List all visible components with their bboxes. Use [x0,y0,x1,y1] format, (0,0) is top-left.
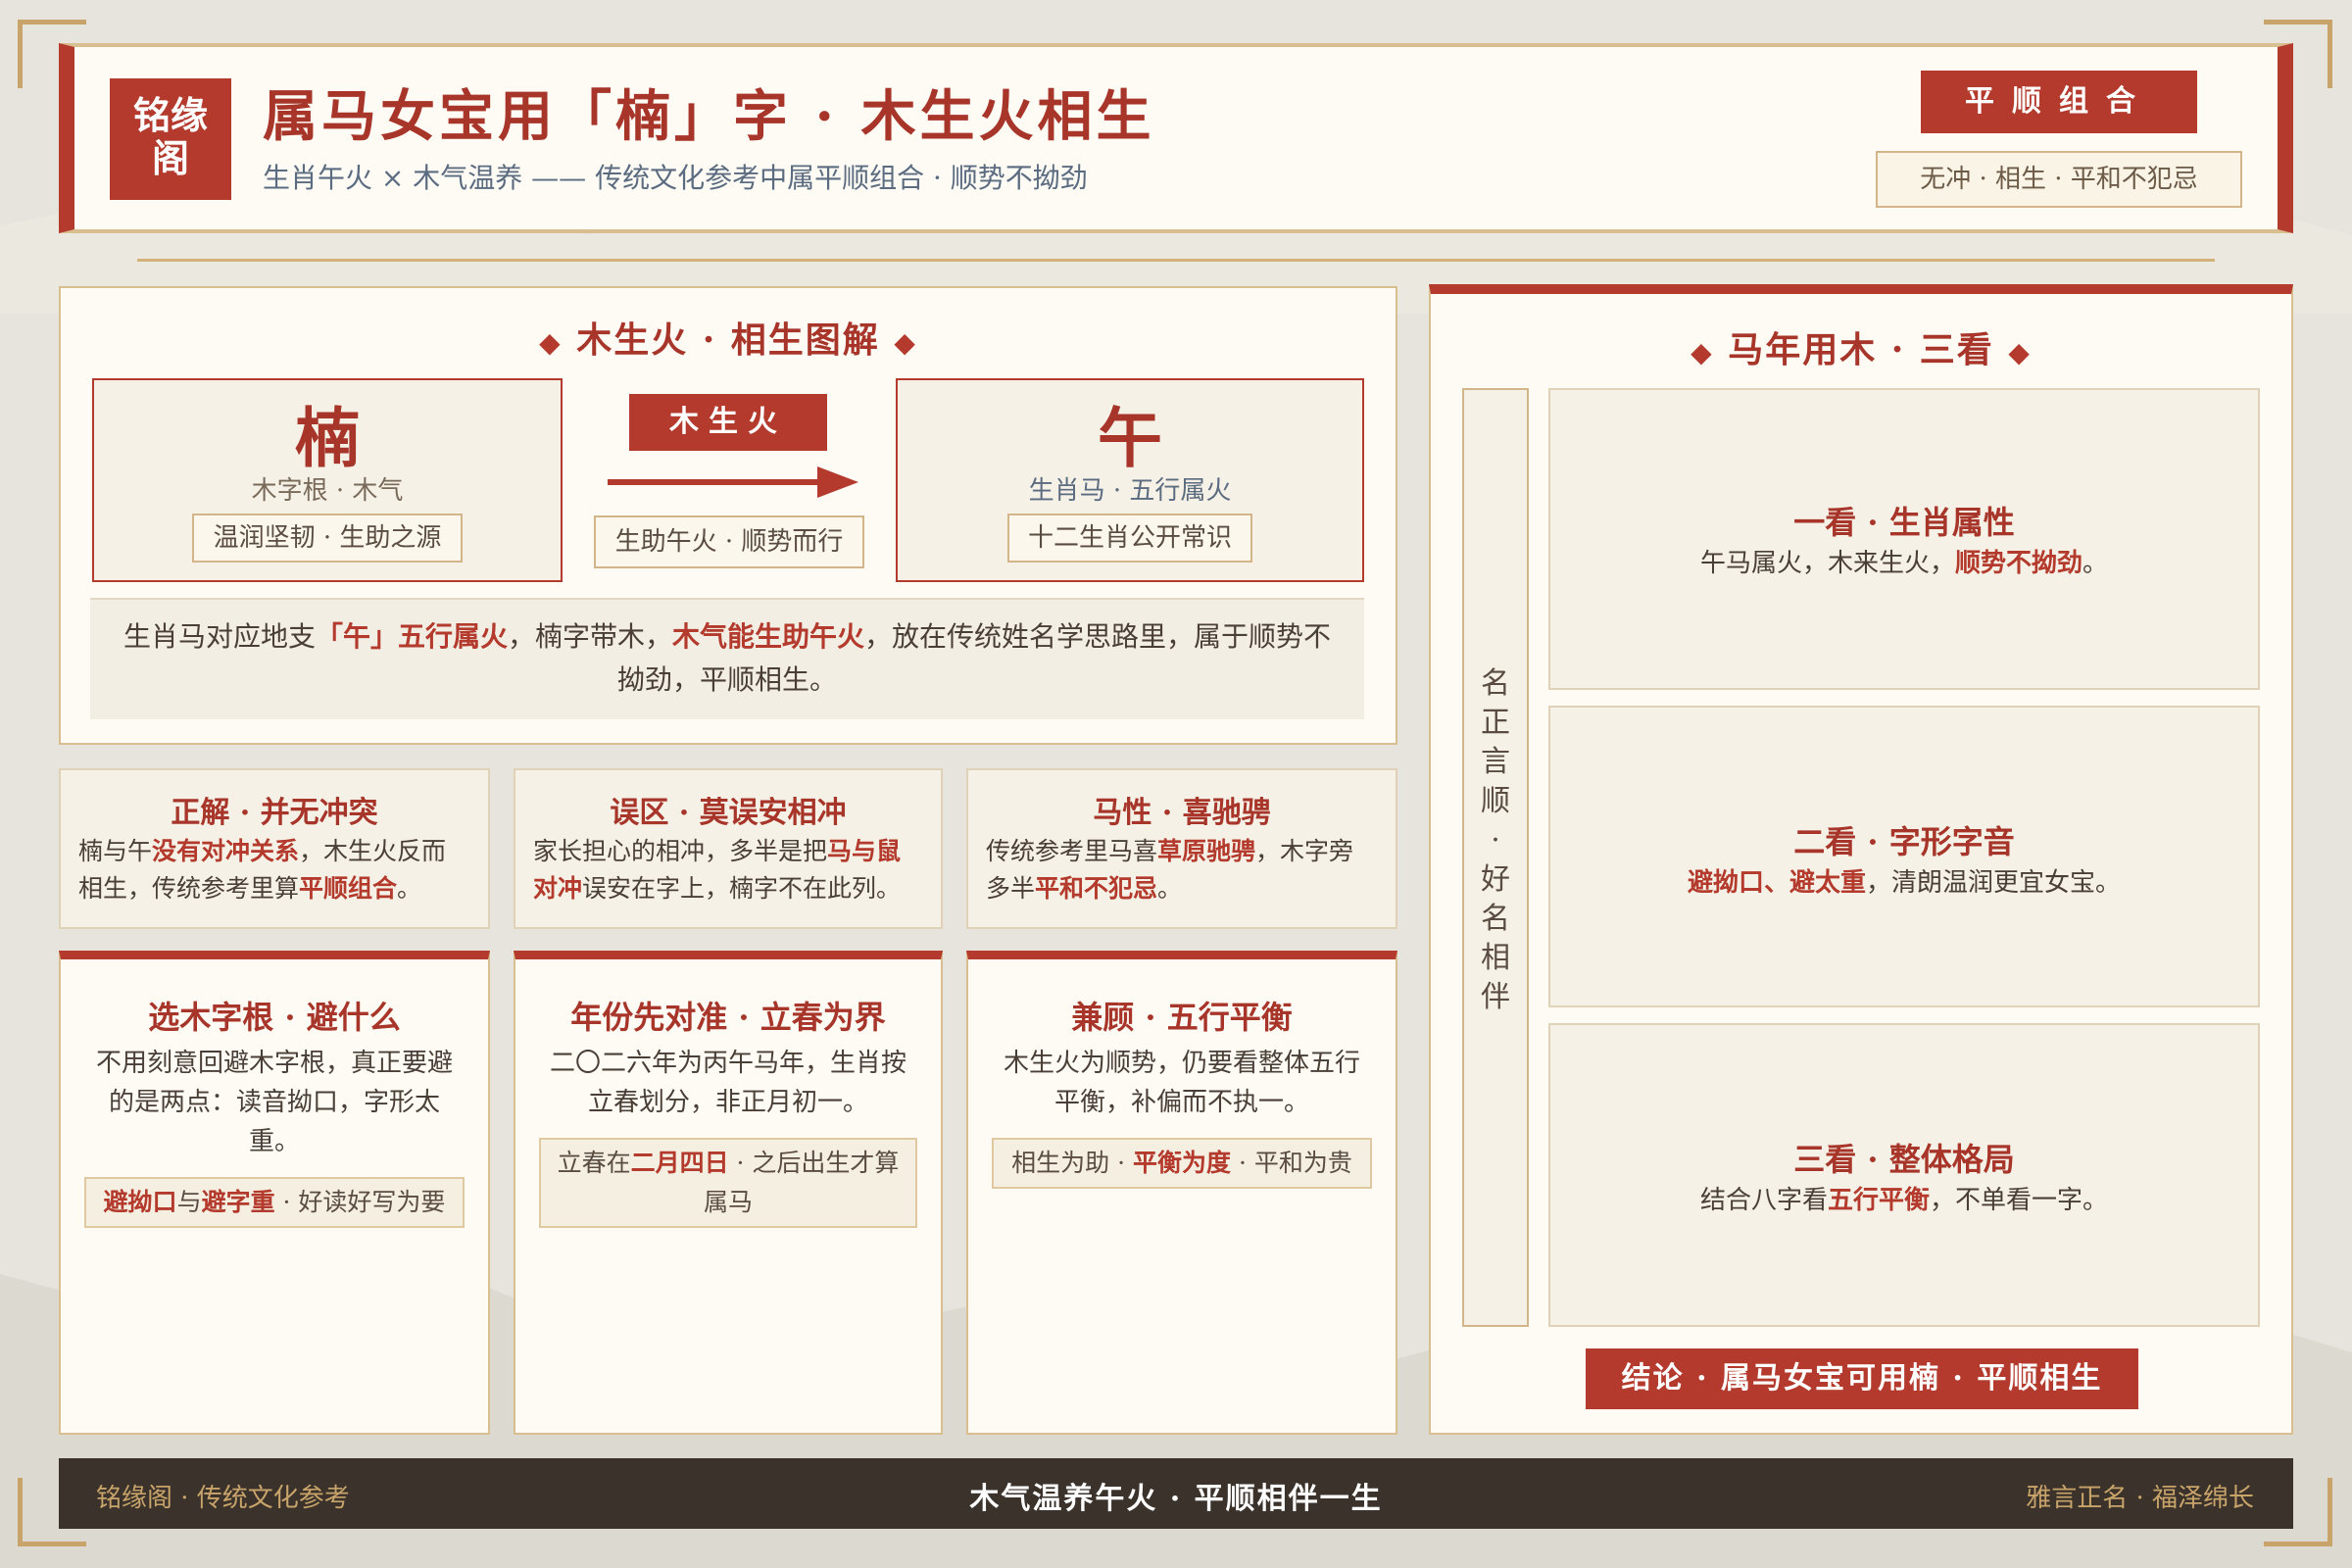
tip-card: 选木字根 · 避什么 不用刻意回避木字根，真正要避的是两点：读音拗口，字形太重。… [59,951,490,1435]
check-card: 一看 · 生肖属性 午马属火，木来生火，顺势不拗劲。 [1548,388,2260,690]
tip-title: 年份先对准 · 立春为界 [570,999,886,1036]
check-text: 午马属火，木来生火，顺势不拗劲。 [1699,549,2109,578]
corner-ornament [18,20,86,88]
info-card: 正解 · 并无冲突 楠与午没有对冲关系，木生火反而相生，传统参考里算平顺组合。 [59,768,490,929]
tip-text: 二〇二六年为丙午马年，生肖按立春划分，非正月初一。 [549,1049,906,1117]
card-title: 正解 · 并无冲突 [171,796,378,830]
tip-tag: 立春在二月四日 · 之后出生才算属马 [539,1138,917,1228]
card-title: 误区 · 莫误安相冲 [610,796,847,830]
nan-character: 楠 [295,400,360,476]
check-title: 三看 · 整体格局 [1793,1141,2015,1178]
tip-card: 年份先对准 · 立春为界 二〇二六年为丙午马年，生肖按立春划分，非正月初一。 立… [514,951,943,1435]
tip-tag: 相生为助 · 平衡为度 · 平和为贵 [992,1138,1372,1189]
zodiac-tag: 十二生肖公开常识 [1007,514,1252,563]
footer-motto: 雅言正名 · 福泽绵长 [2026,1484,2254,1513]
footer-slogan: 木气温养午火 · 平顺相伴一生 [969,1482,1383,1516]
vertical-motto-column: 名正言顺 · 好名相伴 [1462,388,1529,1327]
diagram-title: ◆ 木生火 · 相生图解 ◆ [539,319,917,361]
three-checks-title: ◆ 马年用木 · 三看 ◆ [1690,329,2032,370]
arrow-right-icon [608,466,858,498]
info-card: 马性 · 喜驰骋 传统参考里马喜草原驰骋，木字旁多半平和不犯忌。 [966,768,1397,929]
corner-ornament [2264,1478,2332,1546]
tip-tag: 避拗口与避字重 · 好读好写为要 [84,1177,465,1228]
page-subtitle: 生肖午火 × 木气温养 —— 传统文化参考中属平顺组合 · 顺势不拗劲 [263,162,1088,194]
card-text: 传统参考里马喜草原驰骋，木字旁多半平和不犯忌。 [986,837,1354,903]
card-text: 楠与午没有对冲关系，木生火反而相生，传统参考里算平顺组合。 [78,837,447,903]
tip-text: 不用刻意回避木字根，真正要避的是两点：读音拗口，字形太重。 [95,1049,453,1156]
brand-logo: 铭缘 阁 [110,78,231,200]
vertical-motto-char: 名 [1481,666,1510,701]
vertical-motto-char: 伴 [1481,980,1510,1014]
corner-ornament [18,1478,86,1546]
vertical-motto-char: 相 [1481,941,1510,975]
vertical-motto-char: 顺 [1481,784,1510,818]
wood-root-label: 木字根 · 木气 [251,476,404,506]
tip-title: 兼顾 · 五行平衡 [1071,999,1293,1036]
check-text: 避拗口、避太重，清朗温润更宜女宝。 [1687,868,2122,898]
logo-text: 铭缘 [132,93,208,137]
wood-tag: 温润坚韧 · 生助之源 [192,514,463,563]
zodiac-label: 生肖马 · 五行属火 [1028,476,1232,506]
card-title: 马性 · 喜驰骋 [1093,796,1271,830]
vertical-motto-char: · [1491,823,1500,858]
divider-line [137,259,2215,262]
wood-fire-label: 木生火 [629,394,827,451]
conclusion-banner: 结论 · 属马女宝可用楠 · 平顺相生 [1586,1348,2138,1409]
diamond-icon: ◆ [539,326,563,359]
diamond-icon: ◆ [2008,336,2032,368]
info-card: 误区 · 莫误安相冲 家长担心的相冲，多半是把马与鼠对冲误安在字上，楠字不在此列… [514,768,943,929]
combo-badge: 平顺组合 [1921,71,2197,133]
tip-title: 选木字根 · 避什么 [148,999,401,1036]
vertical-motto-char: 正 [1481,706,1510,740]
check-card: 三看 · 整体格局 结合八字看五行平衡，不单看一字。 [1548,1023,2260,1327]
check-title: 一看 · 生肖属性 [1793,504,2015,541]
wood-char-box: 楠 木字根 · 木气 温润坚韧 · 生助之源 [92,378,563,582]
card-text: 家长担心的相冲，多半是把马与鼠对冲误安在字上，楠字不在此列。 [533,837,902,903]
check-text: 结合八字看五行平衡，不单看一字。 [1699,1186,2109,1215]
check-card: 二看 · 字形字音 避拗口、避太重，清朗温润更宜女宝。 [1548,706,2260,1007]
arrow-tag: 生助午火 · 顺势而行 [594,515,864,568]
combo-tag: 无冲 · 相生 · 平和不犯忌 [1876,151,2242,208]
vertical-motto-char: 好 [1481,862,1510,897]
vertical-motto-char: 言 [1481,745,1510,779]
tip-card: 兼顾 · 五行平衡 木生火为顺势，仍要看整体五行平衡，补偏而不执一。 相生为助 … [966,951,1397,1435]
vertical-motto-char: 名 [1481,902,1510,936]
logo-text: 阁 [151,136,189,180]
diagram-description: 生肖马对应地支「午」五行属火，楠字带木，木气能生助午火，放在传统姓名学思路里，属… [90,598,1364,719]
page-title: 属马女宝用「楠」字 · 木生火相生 [263,84,1155,149]
vertical-motto: 名正言顺 · 好名相伴 [1464,664,1527,1017]
fire-char-box: 午 生肖马 · 五行属火 十二生肖公开常识 [896,378,1364,582]
footer-brand: 铭缘阁 · 传统文化参考 [96,1484,350,1513]
check-title: 二看 · 字形字音 [1793,823,2015,860]
corner-ornament [2264,20,2332,88]
wu-character: 午 [1098,400,1162,476]
diamond-icon: ◆ [1690,336,1714,368]
diamond-icon: ◆ [894,326,917,359]
tip-text: 木生火为顺势，仍要看整体五行平衡，补偏而不执一。 [1003,1049,1360,1117]
